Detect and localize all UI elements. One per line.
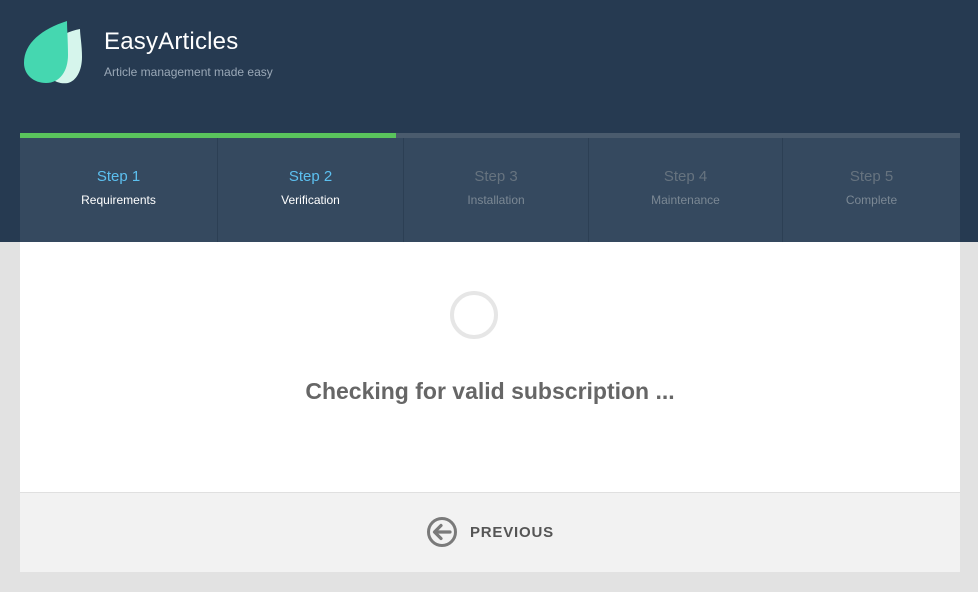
step-number: Step 5 bbox=[849, 168, 894, 185]
leaf-logo-icon bbox=[24, 21, 82, 84]
step-label: Requirements bbox=[81, 193, 156, 207]
step-number: Step 4 bbox=[663, 168, 708, 185]
step-label: Complete bbox=[845, 193, 898, 207]
app-subtitle: Article management made easy bbox=[104, 65, 273, 79]
app-title: EasyArticles bbox=[104, 28, 239, 55]
previous-button[interactable]: PREVIOUS bbox=[426, 516, 554, 548]
main-panel: Checking for valid subscription ... bbox=[20, 242, 960, 492]
step-label: Installation bbox=[467, 193, 525, 207]
step-label: Maintenance bbox=[651, 193, 720, 207]
step-number: Step 1 bbox=[96, 168, 141, 185]
step-1[interactable]: Step 1 Requirements bbox=[20, 138, 218, 242]
footer: PREVIOUS bbox=[20, 492, 960, 572]
step-number: Step 2 bbox=[288, 168, 333, 185]
loading-spinner-icon bbox=[450, 291, 498, 339]
steps-nav: Step 1 Requirements Step 2 Verification … bbox=[20, 138, 960, 242]
status-message: Checking for valid subscription ... bbox=[305, 378, 675, 404]
previous-label: PREVIOUS bbox=[470, 523, 554, 541]
step-label: Verification bbox=[281, 193, 340, 207]
step-2[interactable]: Step 2 Verification bbox=[218, 138, 404, 242]
step-number: Step 3 bbox=[474, 168, 518, 185]
step-3[interactable]: Step 3 Installation bbox=[404, 138, 589, 242]
step-4[interactable]: Step 4 Maintenance bbox=[589, 138, 783, 242]
arrow-left-circle-icon bbox=[427, 517, 457, 547]
step-5[interactable]: Step 5 Complete bbox=[783, 138, 960, 242]
